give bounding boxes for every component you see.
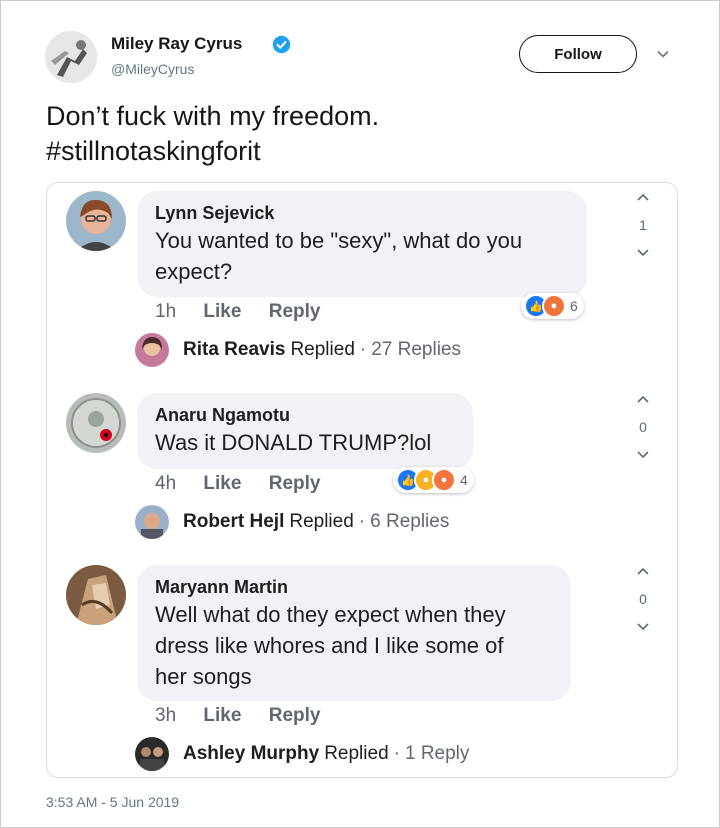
comment-actions: 4h Like Reply [155, 473, 342, 495]
comment-time[interactable]: 3h [155, 705, 176, 726]
commenter-avatar [66, 565, 126, 625]
vote-count: 0 [639, 419, 647, 435]
reply-button[interactable]: Reply [269, 705, 321, 726]
comment-actions: 3h Like Reply [155, 705, 342, 727]
comment-text: her songs [155, 664, 252, 689]
commenter-name[interactable]: Maryann Martin [155, 575, 553, 599]
comment-text: expect? [155, 259, 233, 284]
comment-bubble: Lynn Sejevick You wanted to be "sexy", w… [137, 191, 587, 297]
comment-bubble: Anaru Ngamotu Was it DONALD TRUMP?lol [137, 393, 473, 469]
vote-count: 1 [639, 217, 647, 233]
reply-count: 1 Reply [404, 743, 470, 764]
comment-time[interactable]: 1h [155, 301, 176, 322]
tweet-hashtag[interactable]: #stillnotaskingforit [46, 134, 666, 169]
attached-screenshot[interactable]: Lynn Sejevick You wanted to be "sexy", w… [46, 182, 678, 778]
reaction-count: 6 [570, 298, 578, 314]
comment-actions: 1h Like Reply [155, 301, 342, 323]
follow-button[interactable]: Follow [519, 35, 637, 73]
reaction-count: 4 [460, 472, 468, 488]
chevron-down-icon[interactable] [635, 619, 651, 635]
reaction-summary[interactable]: 👍 ● 6 [521, 293, 584, 319]
comment-text: Was it DONALD TRUMP?lol [155, 430, 432, 455]
comment-bubble: Maryann Martin Well what do they expect … [137, 565, 571, 701]
chevron-down-icon[interactable] [656, 47, 670, 61]
reply-count: 6 Replies [370, 511, 450, 532]
replies-link[interactable]: Ashley Murphy Replied · 1 Reply [135, 737, 469, 771]
tweet-text: Don’t fuck with my freedom. #stillnotask… [46, 99, 666, 169]
vote-control: 0 [629, 391, 657, 463]
reply-button[interactable]: Reply [269, 301, 321, 322]
comment-text: Well what do they expect when they [155, 602, 506, 627]
separator: · [359, 339, 367, 360]
chevron-down-icon[interactable] [635, 447, 651, 463]
commenter-name[interactable]: Anaru Ngamotu [155, 403, 455, 427]
angry-icon: ● [432, 468, 456, 492]
reaction-summary[interactable]: 👍 ● ● 4 [393, 467, 474, 493]
verified-badge-icon [272, 35, 291, 54]
author-avatar[interactable] [45, 31, 97, 83]
comment-text: dress like whores and I like some of [155, 633, 504, 658]
reply-button[interactable]: Reply [269, 473, 321, 494]
replier-name: Rita Reavis [183, 339, 286, 360]
chevron-up-icon[interactable] [635, 563, 651, 579]
replies-link[interactable]: Rita Reavis Replied · 27 Replies [135, 333, 461, 367]
replier-avatar [135, 333, 169, 367]
chevron-up-icon[interactable] [635, 391, 651, 407]
replied-label: Replied [289, 511, 354, 532]
tweet-timestamp[interactable]: 3:53 AM - 5 Jun 2019 [46, 794, 179, 810]
vote-control: 1 [629, 189, 657, 261]
tweet-card: Miley Ray Cyrus @MileyCyrus Follow Don’t… [0, 0, 720, 828]
reply-count: 27 Replies [371, 339, 461, 360]
replied-label: Replied [324, 743, 389, 764]
replies-link[interactable]: Robert Hejl Replied · 6 Replies [135, 505, 449, 539]
comment-text: You wanted to be "sexy", what do you [155, 228, 523, 253]
commenter-avatar [66, 191, 126, 251]
replier-name: Ashley Murphy [183, 743, 320, 764]
angry-icon: ● [542, 294, 566, 318]
tweet-text-line: Don’t fuck with my freedom. [46, 101, 380, 131]
author-handle[interactable]: @MileyCyrus [111, 61, 194, 77]
chevron-up-icon[interactable] [635, 189, 651, 205]
replied-label: Replied [290, 339, 355, 360]
replier-avatar [135, 505, 169, 539]
vote-control: 0 [629, 563, 657, 635]
like-button[interactable]: Like [203, 705, 241, 726]
separator: · [358, 511, 366, 532]
separator: · [393, 743, 400, 764]
like-button[interactable]: Like [203, 301, 241, 322]
commenter-avatar [66, 393, 126, 453]
vote-count: 0 [639, 591, 647, 607]
like-button[interactable]: Like [203, 473, 241, 494]
commenter-name[interactable]: Lynn Sejevick [155, 201, 569, 225]
comment-time[interactable]: 4h [155, 473, 176, 494]
replier-name: Robert Hejl [183, 511, 285, 532]
chevron-down-icon[interactable] [635, 245, 651, 261]
author-name[interactable]: Miley Ray Cyrus [111, 34, 242, 54]
replier-avatar [135, 737, 169, 771]
